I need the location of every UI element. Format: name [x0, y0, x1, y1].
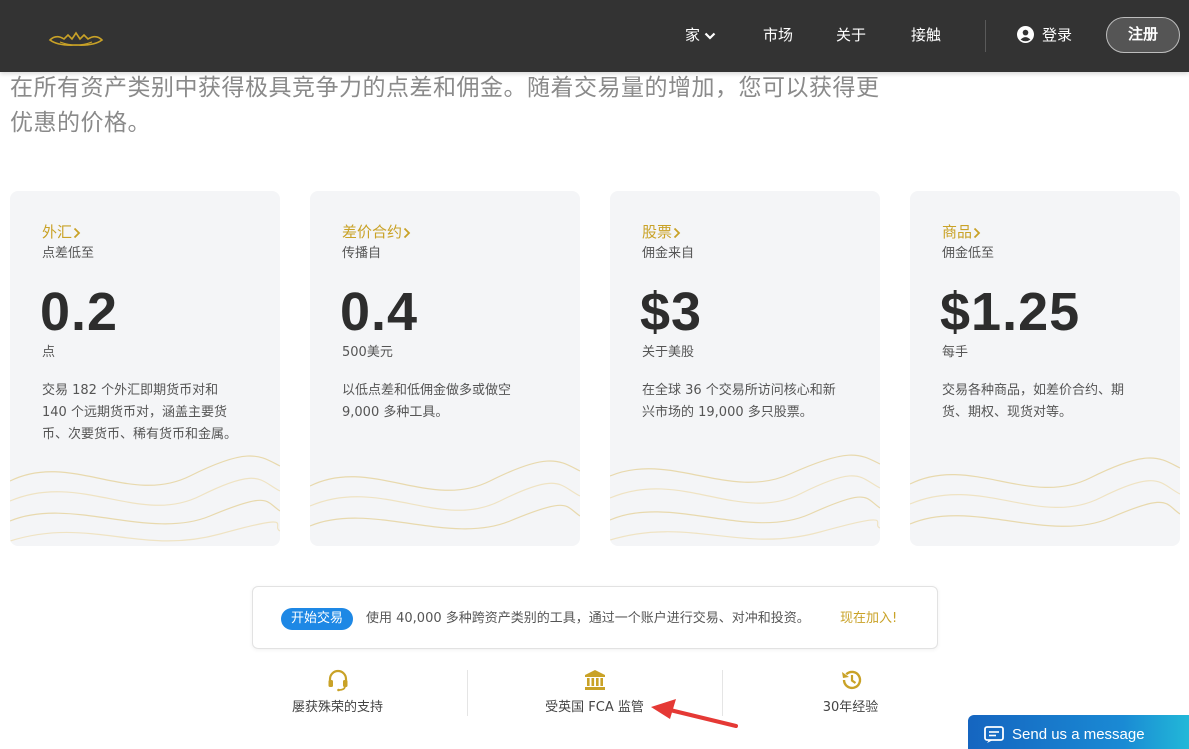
card-unit: 每手 [942, 345, 969, 360]
nav-home-label: 家 [685, 26, 701, 44]
card-subtitle: 点差低至 [42, 246, 95, 261]
pricing-card-forex: 外汇 点差低至 0.2 点 交易 182 个外汇即期货币对和 140 个远期货币… [10, 191, 280, 546]
chevron-right-icon [973, 227, 981, 238]
nav-item-contact[interactable]: 接触 [911, 25, 941, 45]
card-unit: 点 [42, 345, 56, 360]
start-trading-badge[interactable]: 开始交易 [281, 608, 354, 630]
card-title-link[interactable]: 商品 [942, 221, 981, 242]
card-description: 以低点差和低佣金做多或做空 9,000 多种工具。 [342, 383, 512, 420]
annotation-arrow-icon [651, 699, 738, 728]
wave-decoration [610, 454, 880, 541]
card-title-link[interactable]: 差价合约 [342, 221, 411, 242]
top-navbar: 家 市场 关于 接触 登录 注册 [0, 0, 1189, 72]
card-unit: 500美元 [342, 345, 393, 360]
card-value: $3 [640, 282, 703, 342]
card-description: 在全球 36 个交易所访问核心和新兴市场的 19,000 多只股票。 [642, 383, 836, 420]
chat-label: Send us a message [1012, 726, 1145, 743]
user-icon [1017, 25, 1034, 43]
feature-support: 屡获殊荣的支持 [230, 668, 445, 715]
card-description: 交易各种商品，如差价合约、期货、期权、现货对等。 [942, 383, 1125, 420]
feature-divider [467, 670, 468, 716]
bank-icon [584, 670, 605, 690]
nav-divider [985, 20, 986, 52]
card-value: $1.25 [940, 282, 1081, 342]
card-subtitle: 佣金低至 [942, 246, 995, 261]
join-now-link[interactable]: 现在加入! [840, 609, 897, 629]
chevron-down-icon [704, 32, 716, 40]
card-title-text: 商品 [942, 223, 973, 241]
intro-text: 在所有资产类别中获得极具竞争力的点差和佣金。随着交易量的增加，您可以获得更优惠的… [10, 75, 880, 136]
pricing-card-commodities: 商品 佣金低至 $1.25 每手 交易各种商品，如差价合约、期货、期权、现货对等… [910, 191, 1180, 546]
card-subtitle: 佣金来自 [642, 246, 695, 261]
chevron-right-icon [403, 227, 411, 238]
message-icon [984, 726, 1004, 743]
card-subtitle: 传播自 [342, 246, 382, 261]
start-trading-banner: 开始交易 使用 40,000 多种跨资产类别的工具，通过一个账户进行交易、对冲和… [252, 586, 938, 649]
chevron-right-icon [673, 227, 681, 238]
login-link[interactable]: 登录 [1017, 25, 1072, 45]
nav-item-home[interactable]: 家 [685, 25, 716, 45]
card-title-text: 差价合约 [342, 223, 403, 241]
history-icon [841, 670, 861, 690]
cta-text: 使用 40,000 多种跨资产类别的工具，通过一个账户进行交易、对冲和投资。 [366, 611, 810, 626]
card-title-link[interactable]: 外汇 [42, 221, 81, 242]
login-label: 登录 [1042, 26, 1073, 44]
card-description: 交易 182 个外汇即期货币对和 140 个远期货币对，涵盖主要货币、次要货币、… [42, 383, 238, 442]
card-title-text: 外汇 [42, 223, 73, 241]
card-title-link[interactable]: 股票 [642, 221, 681, 242]
feature-experience: 30年经验 [743, 668, 958, 715]
feature-label: 30年经验 [822, 700, 879, 715]
register-button[interactable]: 注册 [1106, 17, 1180, 53]
card-value: 0.4 [340, 282, 419, 342]
wave-decoration [310, 460, 580, 530]
wave-decoration [10, 455, 280, 542]
feature-label: 屡获殊荣的支持 [291, 700, 383, 715]
brand-logo[interactable] [46, 28, 106, 50]
card-title-text: 股票 [642, 223, 673, 241]
wave-decoration [910, 457, 1180, 527]
pricing-card-cfd: 差价合约 传播自 0.4 500美元 以低点差和低佣金做多或做空 9,000 多… [310, 191, 580, 546]
chevron-right-icon [73, 227, 81, 238]
card-unit: 关于美股 [642, 345, 695, 360]
headset-icon [328, 669, 347, 692]
pricing-card-stocks: 股票 佣金来自 $3 关于美股 在全球 36 个交易所访问核心和新兴市场的 19… [610, 191, 880, 546]
chat-widget-button[interactable]: Send us a message [968, 715, 1189, 749]
nav-item-market[interactable]: 市场 [763, 25, 793, 45]
nav-item-about[interactable]: 关于 [836, 25, 866, 45]
card-value: 0.2 [40, 282, 119, 342]
